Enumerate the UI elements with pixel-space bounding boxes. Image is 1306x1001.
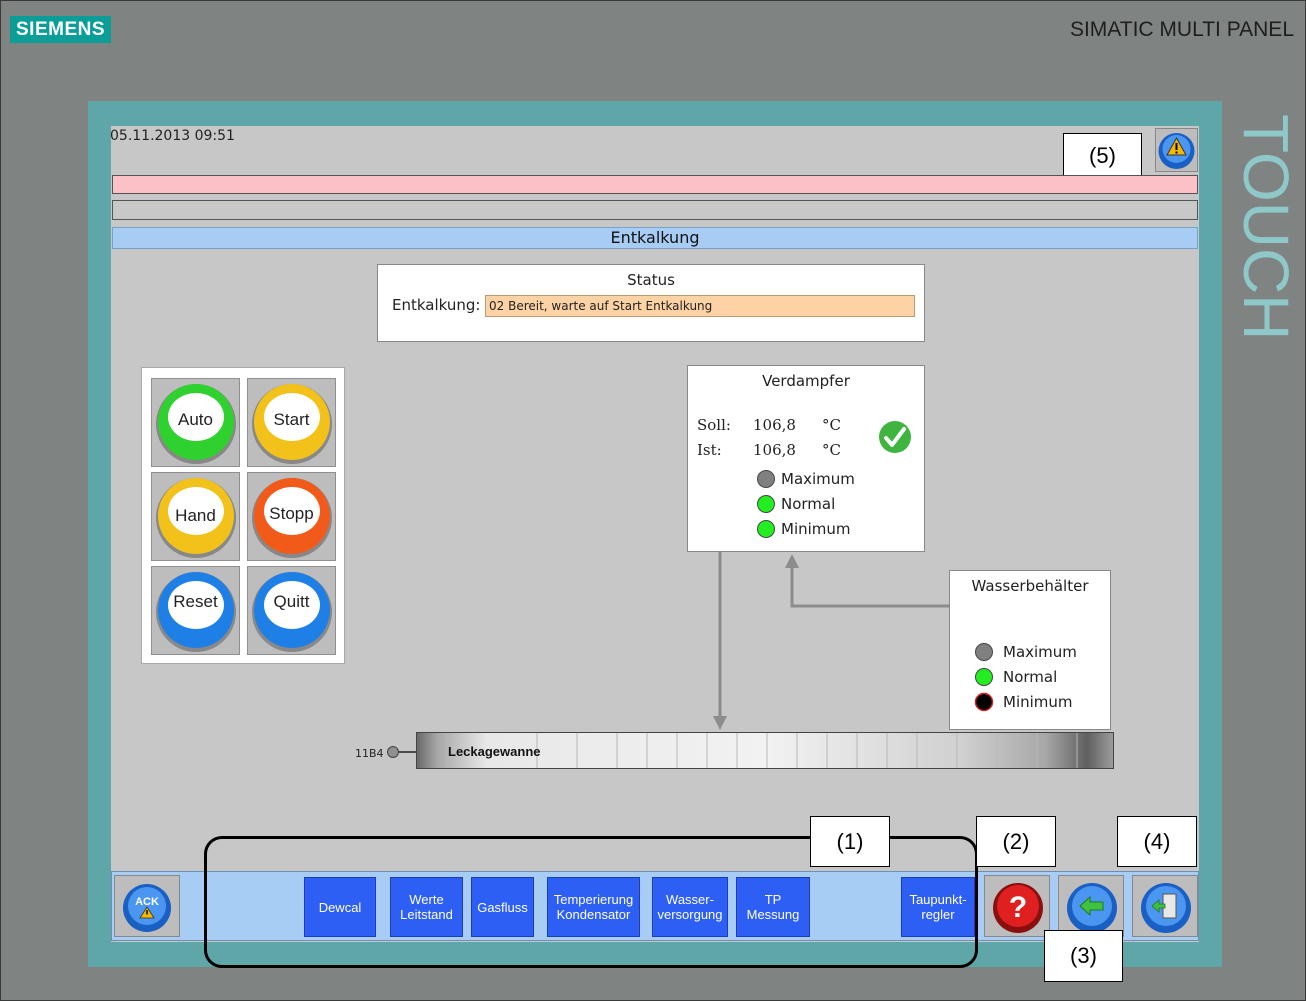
help-icon: ?	[993, 883, 1043, 933]
verdampfer-panel: Verdampfer Soll: 106,8 °C Ist: 106,8 °C …	[687, 365, 925, 552]
callout-4: (4)	[1117, 816, 1197, 867]
ist-label: Ist:	[697, 441, 722, 459]
checkmark-icon	[879, 421, 911, 453]
wasser-normal-indicator	[975, 668, 993, 686]
wasser-normal-label: Normal	[1003, 668, 1058, 686]
svg-text:?: ?	[1009, 891, 1027, 924]
callout-2: (2)	[976, 816, 1056, 867]
ist-value: 106,8	[753, 441, 796, 459]
wasserbehaelter-panel: Wasserbehälter Maximum Normal Minimum	[949, 570, 1111, 730]
wasser-maximum-label: Maximum	[1003, 643, 1077, 661]
callout-3: (3)	[1044, 930, 1123, 982]
exit-button[interactable]	[1132, 875, 1198, 937]
verdampfer-normal-label: Normal	[781, 495, 836, 513]
sensor-indicator	[387, 746, 416, 758]
verdampfer-maximum-label: Maximum	[781, 470, 855, 488]
verdampfer-maximum-indicator	[757, 470, 775, 488]
ack-icon: ACK	[123, 884, 171, 932]
verdampfer-title: Verdampfer	[762, 372, 850, 390]
sensor-tag: 11B4	[355, 747, 384, 760]
callout-1: (1)	[810, 816, 890, 867]
wasser-minimum-indicator	[974, 692, 994, 712]
verdampfer-minimum-label: Minimum	[781, 520, 851, 538]
wasser-minimum-label: Minimum	[1003, 693, 1073, 711]
wasserbehaelter-title: Wasserbehälter	[971, 577, 1089, 595]
soll-label: Soll:	[697, 416, 731, 434]
verdampfer-normal-indicator	[757, 495, 775, 513]
ist-unit: °C	[822, 441, 841, 459]
soll-unit: °C	[822, 416, 841, 434]
help-button[interactable]: ?	[984, 875, 1050, 937]
soll-value: 106,8	[753, 416, 796, 434]
leckagewanne-label: Leckagewanne	[448, 744, 541, 759]
back-button[interactable]	[1058, 875, 1124, 937]
exit-door-icon	[1141, 883, 1191, 933]
ack-label: ACK	[135, 896, 159, 908]
wasser-maximum-indicator	[975, 643, 993, 661]
back-arrow-icon	[1067, 883, 1117, 933]
ack-button[interactable]: ACK	[114, 875, 180, 937]
verdampfer-minimum-indicator	[757, 520, 775, 538]
